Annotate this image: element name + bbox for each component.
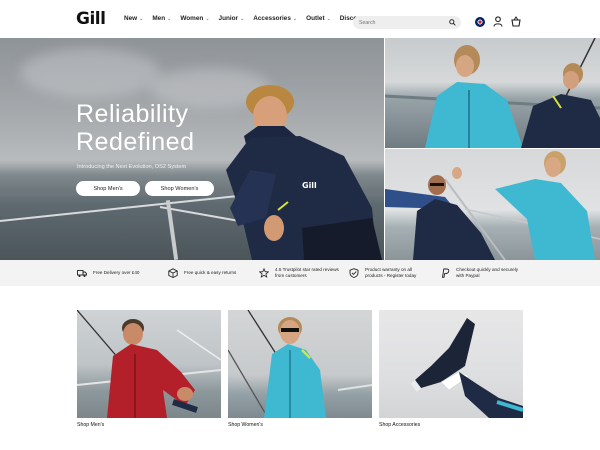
nav-item-accessories[interactable]: Accessories ⌄ — [253, 15, 297, 22]
shop-accessories-link[interactable]: Shop Accessories — [379, 422, 420, 428]
chevron-down-icon: ⌄ — [326, 15, 331, 22]
gill-logo[interactable]: Gill — [76, 11, 106, 28]
sailing-boot-illustration — [411, 318, 523, 418]
chevron-down-icon: ⌄ — [167, 15, 172, 22]
benefit-reviews: 4.5 Trustpilot star rated reviews from c… — [259, 260, 339, 286]
box-icon — [168, 268, 178, 278]
benefit-free-delivery: Free Delivery over £40 — [77, 260, 139, 286]
hero-title: Reliability Redefined — [76, 100, 195, 156]
paypal-icon — [441, 268, 450, 278]
search-input[interactable] — [359, 19, 445, 26]
shop-womens-button[interactable]: Shop Women's — [145, 181, 214, 196]
shield-check-icon — [349, 268, 359, 278]
sky-cloud — [20, 48, 160, 98]
chevron-down-icon: ⌄ — [292, 15, 298, 22]
chevron-down-icon: ⌄ — [240, 15, 245, 22]
benefit-returns: Free quick & easy returns — [168, 260, 236, 286]
hero-subtitle: Introducing the Next Evolution, OS2 Syst… — [77, 164, 187, 170]
sailing-couple-illustration — [385, 38, 600, 148]
shop-mens-tile-image[interactable] — [77, 310, 221, 418]
mens-red-jacket-illustration — [77, 310, 221, 418]
shop-womens-tile-image[interactable] — [228, 310, 372, 418]
svg-text:Gill: Gill — [302, 181, 317, 190]
nav-item-new[interactable]: New ⌄ — [124, 15, 143, 22]
hero-banner: Gill Reliability Redefined Introducing t… — [0, 38, 384, 260]
benefit-text: 4.5 Trustpilot star rated reviews from c… — [275, 267, 339, 278]
search-box[interactable] — [353, 16, 461, 29]
uk-flag-icon[interactable] — [475, 17, 485, 27]
account-icon[interactable] — [493, 16, 503, 27]
sailing-couple-image — [385, 38, 600, 148]
truck-icon — [77, 270, 87, 277]
nav-item-women[interactable]: Women ⌄ — [180, 15, 209, 22]
nav-item-junior[interactable]: Junior ⌄ — [219, 15, 245, 22]
search-icon[interactable] — [449, 19, 456, 26]
boat-railing — [0, 193, 249, 222]
basket-icon[interactable] — [511, 16, 521, 27]
benefit-warranty: Product warranty on all products - Regis… — [349, 260, 416, 286]
nav-item-outlet[interactable]: Outlet ⌄ — [306, 15, 331, 22]
sailing-crew-image — [385, 149, 600, 260]
chevron-down-icon: ⌄ — [139, 15, 144, 22]
shop-accessories-tile-image[interactable] — [379, 310, 523, 418]
nav-item-men[interactable]: Men ⌄ — [152, 15, 171, 22]
womens-teal-jacket-illustration — [228, 310, 372, 418]
shop-mens-button[interactable]: Shop Men's — [76, 181, 140, 196]
shop-mens-link[interactable]: Shop Men's — [77, 422, 104, 428]
main-nav: New ⌄ Men ⌄ Women ⌄ Junior ⌄ Accessories ⌄ Ou… — [124, 15, 382, 22]
shop-womens-link[interactable]: Shop Women's — [228, 422, 263, 428]
sailing-crew-illustration — [385, 151, 600, 260]
benefit-text: Checkout quickly and securely with Paypa… — [456, 267, 519, 278]
benefit-text: Product warranty on all products - Regis… — [365, 267, 417, 278]
benefit-paypal: Checkout quickly and securely with Paypa… — [440, 260, 518, 286]
benefit-text: Free quick & easy returns — [184, 270, 237, 276]
benefits-strip: Free Delivery over £40 Free quick & easy… — [0, 260, 600, 286]
page: Gill New ⌄ Men ⌄ Women ⌄ Junior ⌄ Accessorie… — [0, 0, 600, 450]
chevron-down-icon: ⌄ — [205, 15, 210, 22]
site-header: Gill New ⌄ Men ⌄ Women ⌄ Junior ⌄ Accessorie… — [0, 0, 600, 38]
star-icon — [259, 268, 269, 278]
benefit-text: Free Delivery over £40 — [93, 270, 140, 276]
